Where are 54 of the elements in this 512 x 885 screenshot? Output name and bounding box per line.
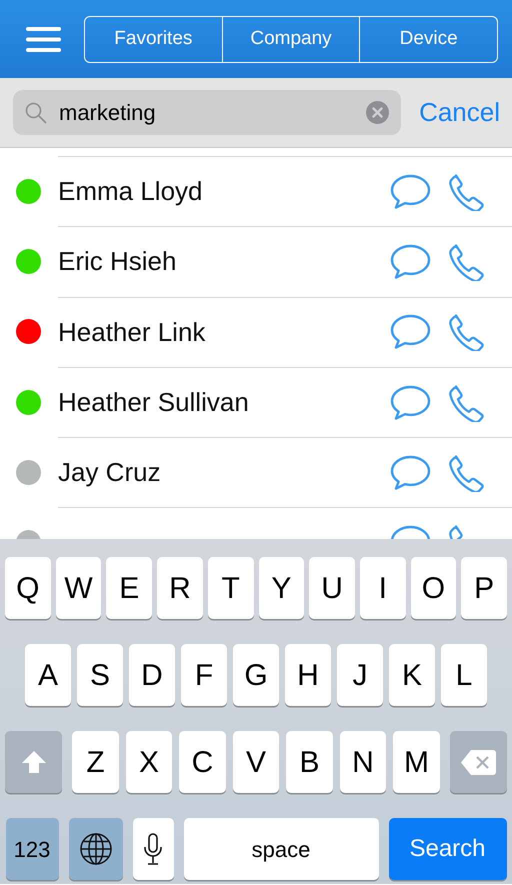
- keyboard-key[interactable]: P: [461, 557, 508, 619]
- search-key[interactable]: Search: [388, 818, 506, 880]
- keyboard-key[interactable]: Z: [72, 731, 119, 793]
- keyboard-key[interactable]: A: [24, 644, 72, 706]
- keyboard-key[interactable]: V: [232, 731, 280, 793]
- phone-icon[interactable]: [447, 313, 485, 352]
- chat-bubble-icon[interactable]: [390, 174, 431, 210]
- keyboard-key[interactable]: G: [232, 644, 280, 706]
- numbers-key[interactable]: 123: [6, 818, 58, 880]
- keyboard-key[interactable]: U: [309, 557, 355, 619]
- phone-icon[interactable]: [447, 384, 485, 422]
- contact-name: Heather Link: [58, 316, 206, 349]
- keyboard-key[interactable]: X: [126, 731, 172, 793]
- keyboard-key[interactable]: S: [76, 644, 124, 706]
- contact-name: Emma Lloyd: [58, 175, 204, 208]
- keyboard-key[interactable]: F: [180, 644, 228, 706]
- phone-icon[interactable]: [447, 242, 485, 281]
- menu-button[interactable]: [26, 26, 61, 52]
- keyboard-key[interactable]: T: [208, 557, 254, 619]
- keyboard-key[interactable]: O: [410, 557, 456, 619]
- chat-bubble-icon[interactable]: [390, 244, 431, 280]
- microphone-icon[interactable]: [132, 818, 174, 880]
- contact-name: Jay Cruz: [58, 456, 162, 490]
- keyboard-key[interactable]: B: [286, 731, 333, 793]
- space-bar[interactable]: space: [184, 818, 378, 880]
- backspace-icon[interactable]: [450, 731, 507, 793]
- segment-tab[interactable]: Favorites: [85, 16, 222, 62]
- phone-icon[interactable]: [447, 454, 485, 492]
- keyboard-key[interactable]: Y: [258, 557, 304, 619]
- segment-tab[interactable]: Company: [222, 16, 360, 62]
- clear-icon[interactable]: [366, 101, 390, 124]
- keyboard-key[interactable]: W: [56, 557, 102, 619]
- keyboard-key[interactable]: E: [106, 557, 152, 619]
- keyboard-key[interactable]: K: [388, 644, 436, 706]
- keyboard-key[interactable]: M: [393, 731, 440, 793]
- phone-icon[interactable]: [447, 172, 485, 211]
- search-field[interactable]: marketing: [13, 90, 402, 135]
- chat-bubble-icon[interactable]: [390, 384, 431, 421]
- keyboard-key[interactable]: H: [284, 644, 332, 706]
- keyboard-key[interactable]: D: [128, 644, 176, 706]
- keyboard-key[interactable]: N: [340, 731, 386, 793]
- chat-bubble-icon[interactable]: [390, 454, 431, 491]
- keyboard-key[interactable]: J: [336, 644, 384, 706]
- keyboard-key[interactable]: L: [440, 644, 488, 706]
- keyboard-key[interactable]: I: [360, 557, 406, 619]
- segment-tab[interactable]: Device: [359, 16, 497, 62]
- keyboard-key[interactable]: R: [157, 557, 203, 619]
- contact-name: Eric Hsieh: [58, 245, 178, 278]
- keyboard-key[interactable]: Q: [4, 557, 51, 619]
- chat-bubble-icon[interactable]: [390, 314, 431, 350]
- contact-name: Heather Sullivan: [58, 386, 250, 420]
- keyboard-key[interactable]: C: [179, 731, 226, 793]
- shift-icon[interactable]: [5, 731, 62, 793]
- globe-icon[interactable]: [68, 818, 122, 880]
